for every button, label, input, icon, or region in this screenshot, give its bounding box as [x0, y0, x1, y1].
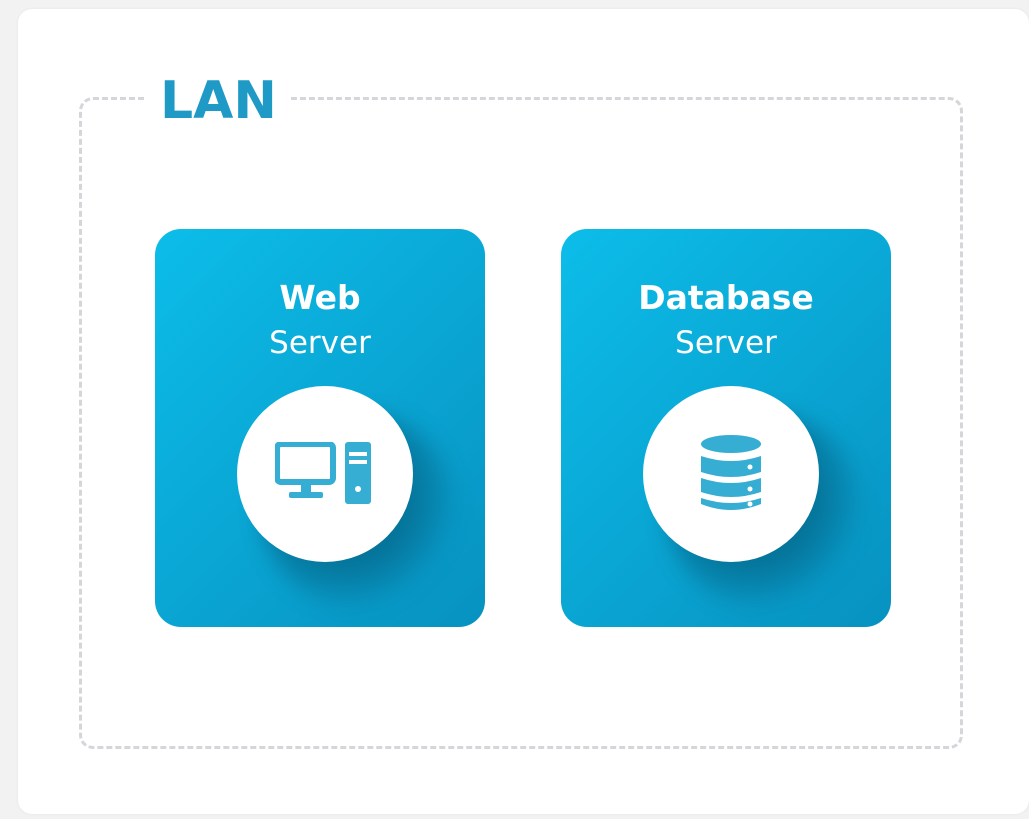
lan-group-title: LAN	[146, 70, 291, 132]
database-icon	[701, 435, 761, 510]
icon-badge	[643, 386, 819, 562]
web-server-subtitle: Server	[269, 325, 371, 361]
database-server-node[interactable]: Database Server	[561, 229, 891, 627]
database-server-subtitle: Server	[675, 325, 777, 361]
database-server-title: Database	[638, 278, 814, 317]
icon-badge	[237, 386, 413, 562]
web-server-title: Web	[279, 278, 361, 317]
computer-icon	[275, 442, 371, 504]
web-server-node[interactable]: Web Server	[155, 229, 485, 627]
